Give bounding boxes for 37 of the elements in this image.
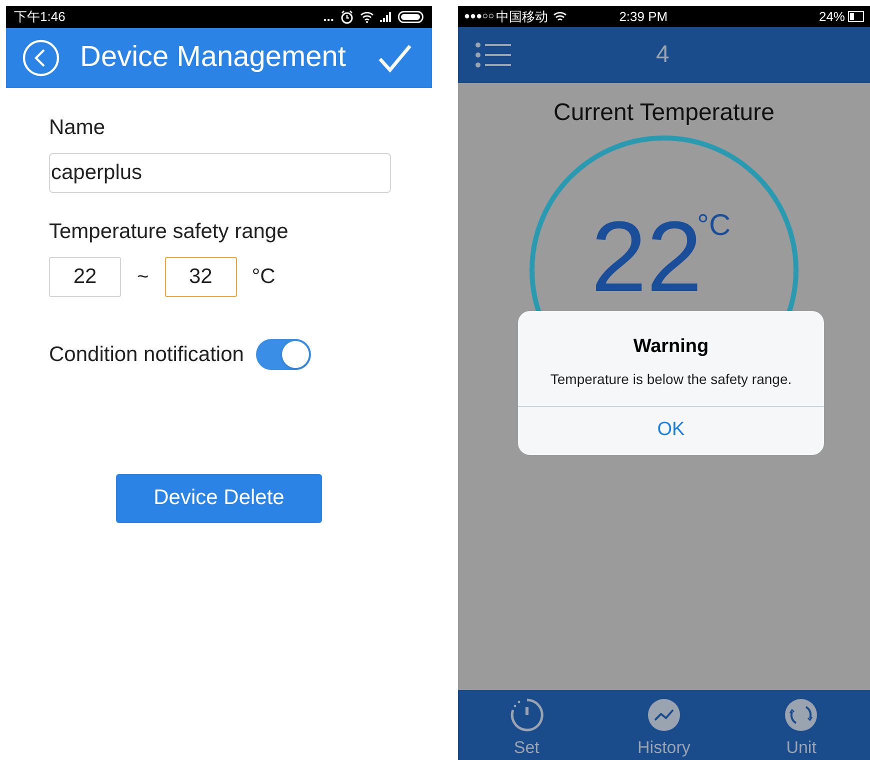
signal-icon xyxy=(380,12,392,22)
dialog-title: Warning xyxy=(633,335,709,359)
field-label: Temperature safety range xyxy=(49,219,290,245)
ok-button[interactable]: OK xyxy=(518,406,824,454)
unit-label: °C xyxy=(252,264,276,290)
back-button[interactable] xyxy=(22,39,60,77)
dialog-message: Temperature is below the safety range. xyxy=(550,370,792,389)
tab-button[interactable]: History xyxy=(595,690,733,760)
battery-icon xyxy=(848,11,864,22)
tab-button[interactable]: Set xyxy=(458,690,596,760)
temperature-heading: Current Temperature xyxy=(554,98,774,128)
menu-button[interactable] xyxy=(475,42,511,68)
timer-icon xyxy=(510,698,544,732)
range-field[interactable]: 32 xyxy=(164,257,237,297)
notification-toggle[interactable] xyxy=(256,339,311,370)
tab-button[interactable]: Unit xyxy=(732,690,870,760)
field-label: Name xyxy=(49,115,106,141)
carrier-name: 中国移动 xyxy=(496,8,548,26)
status-time: 2:39 PM xyxy=(619,8,668,26)
unit-icon xyxy=(784,698,818,732)
chart-icon xyxy=(646,698,681,732)
name-field[interactable]: caperplus xyxy=(49,153,391,193)
confirm-button[interactable] xyxy=(378,43,412,73)
battery-level: 24% xyxy=(818,8,845,26)
more-indicator: ... xyxy=(323,8,334,26)
range-separator: ~ xyxy=(137,265,149,290)
alarm-icon xyxy=(340,10,354,24)
header-title: Device Management xyxy=(80,40,346,76)
notification-label: Condition notification xyxy=(49,342,244,368)
wifi-icon xyxy=(360,11,374,23)
status-time: 下午1:46 xyxy=(14,8,66,26)
battery-icon xyxy=(398,11,424,23)
signal-dots: ●●●○○ xyxy=(464,10,494,24)
delete-button[interactable]: Device Delete xyxy=(116,474,322,522)
wifi-icon xyxy=(553,11,568,22)
header-title: 4 xyxy=(656,40,670,70)
range-field[interactable]: 22 xyxy=(49,257,121,297)
